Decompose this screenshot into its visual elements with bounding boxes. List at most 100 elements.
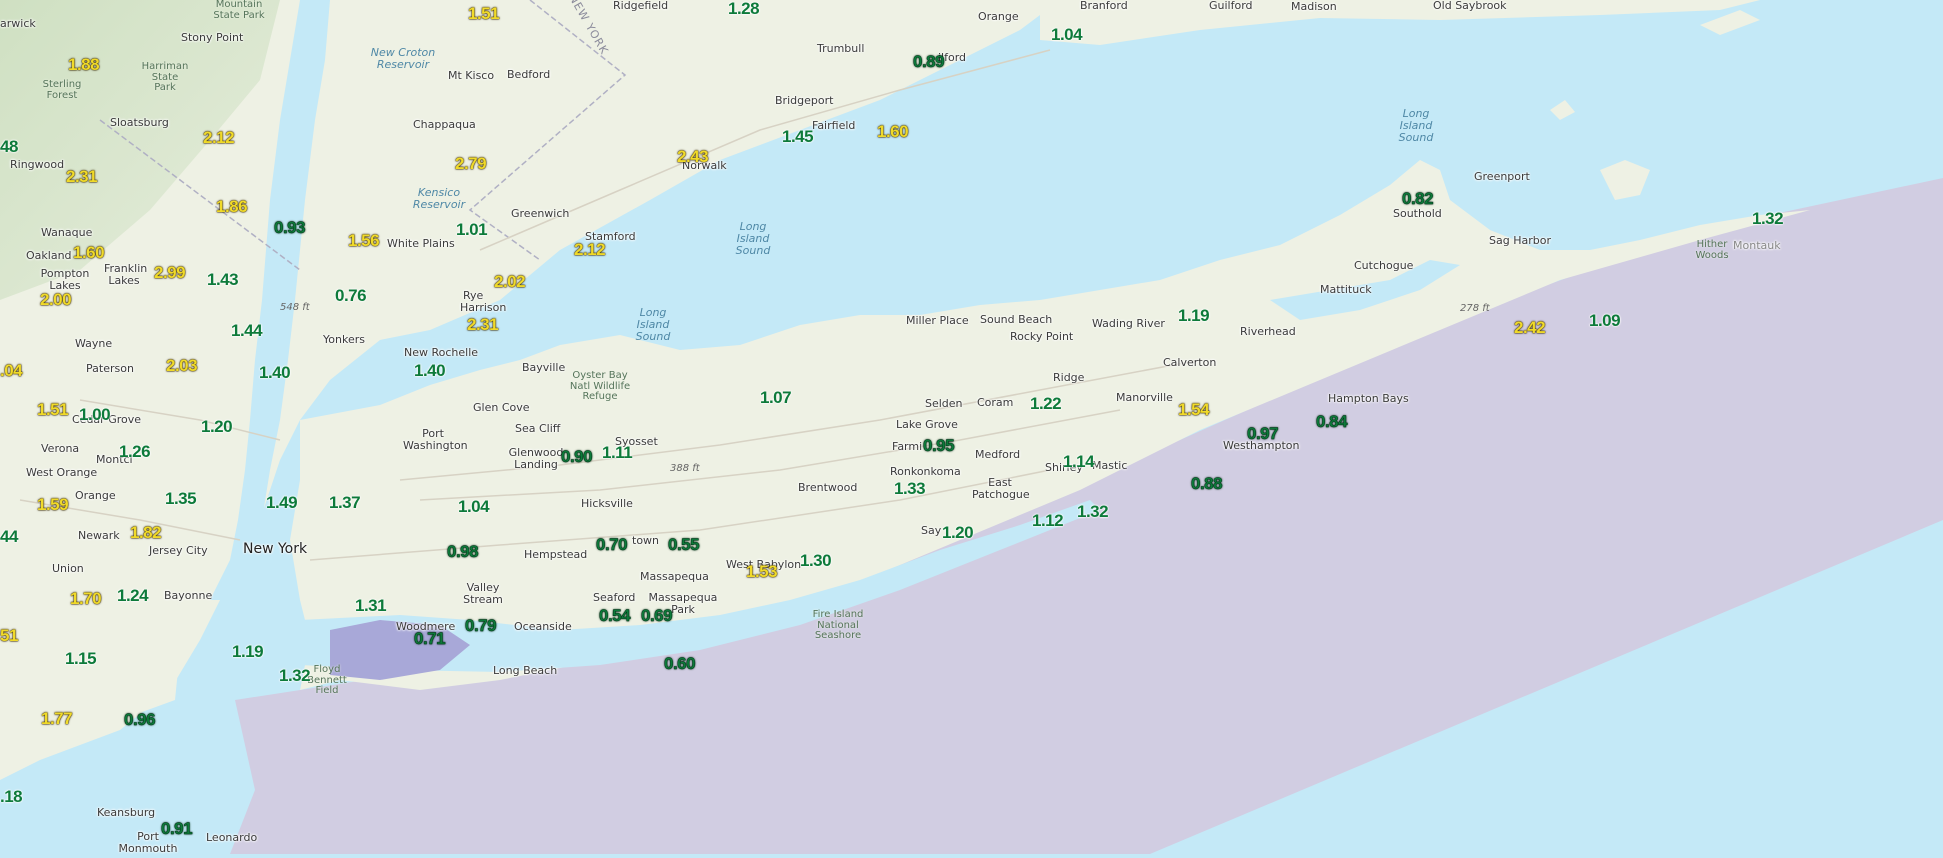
place-label-wayne: Wayne (75, 337, 113, 350)
precip-value: 1.51 (37, 400, 69, 419)
precip-value: 1.20 (942, 523, 974, 542)
place-label-mastic: Mastic (1092, 459, 1128, 472)
place-label-fairfield: Fairfield (812, 119, 856, 132)
place-label-new-rochelle: New Rochelle (404, 346, 479, 359)
precip-value: 48 (0, 137, 18, 156)
precip-value: 1.32 (1752, 209, 1784, 228)
precip-value: 1.09 (1589, 311, 1621, 330)
water-label-lis-east: Long Island Sound (1398, 107, 1434, 145)
precip-value: 1.51 (468, 4, 500, 23)
water-label-lis-center: Long Island Sound (735, 220, 771, 258)
precip-value: 2.02 (494, 272, 526, 291)
precip-value: .04 (0, 361, 23, 380)
place-label-montauk: Montauk (1733, 239, 1781, 252)
precip-value: 1.82 (130, 523, 162, 542)
place-label-paterson: Paterson (86, 362, 134, 375)
precip-value: 1.40 (414, 361, 446, 380)
precip-value: 1.53 (746, 562, 778, 581)
place-label-greenwich: Greenwich (511, 207, 570, 220)
place-label-orange-ct: Orange (978, 10, 1019, 23)
elevation-label-548: 548 ft (280, 302, 310, 313)
precip-value: 1.19 (1178, 306, 1210, 325)
precip-value: 1.15 (65, 649, 97, 668)
precip-value: 1.26 (119, 442, 151, 461)
place-label-jersey-city: Jersey City (149, 544, 208, 557)
precip-value: 0.97 (1247, 424, 1279, 443)
precipitation-map[interactable] (0, 0, 1943, 854)
place-label-mt-kisco: Mt Kisco (448, 69, 495, 82)
place-label-union: Union (52, 562, 84, 575)
precip-value: 1.43 (207, 270, 239, 289)
precip-value: 1.31 (355, 596, 387, 615)
place-label-chappaqua: Chappaqua (413, 118, 476, 131)
precip-value: 0.70 (596, 535, 628, 554)
park-label-floyd-bennett: Floyd Bennett Field (307, 664, 347, 696)
place-label-seaford: Seaford (593, 591, 636, 604)
place-label-bridgeport: Bridgeport (775, 94, 834, 107)
place-label-sound-beach: Sound Beach (980, 313, 1053, 326)
precip-value: .18 (0, 787, 23, 806)
precip-value: 2.00 (40, 290, 72, 309)
precip-value: 0.79 (465, 616, 497, 635)
place-label-bedford: Bedford (507, 68, 551, 81)
precip-value: 1.49 (266, 493, 298, 512)
place-label-lake-grove: Lake Grove (896, 418, 958, 431)
precip-value: 0.55 (668, 535, 700, 554)
precip-value: 1.70 (70, 589, 102, 608)
place-label-miller-place: Miller Place (906, 314, 969, 327)
precip-value: 1.04 (1051, 25, 1083, 44)
place-label-harrison: Harrison (460, 301, 507, 314)
place-label-medford: Medford (975, 448, 1021, 461)
precip-value: 2.12 (574, 240, 606, 259)
place-label-yonkers: Yonkers (323, 333, 365, 346)
precip-value: 1.56 (348, 231, 380, 250)
place-label-orange: Orange (75, 489, 116, 502)
precip-value: 1.40 (259, 363, 291, 382)
precip-value: 1.33 (894, 479, 926, 498)
precip-value: 44 (0, 527, 18, 546)
place-label-hicksville: Hicksville (581, 497, 633, 510)
place-label-west-orange: West Orange (26, 466, 98, 479)
place-label-cutchogue: Cutchogue (1354, 259, 1414, 272)
precip-value: 1.12 (1032, 511, 1064, 530)
precip-value: 0.84 (1316, 412, 1348, 431)
place-label-manorville: Manorville (1116, 391, 1173, 404)
precip-value: 1.11 (602, 443, 633, 462)
place-label-levittown: town (632, 534, 660, 547)
precip-value: 0.71 (414, 629, 446, 648)
park-label-sterling-forest: Sterling Forest (42, 79, 82, 101)
place-label-glenwood-landing: Glenwood Landing (508, 446, 564, 472)
place-label-stony-point: Stony Point (181, 31, 244, 44)
place-label-massapequa: Massapequa (640, 570, 709, 583)
precip-value: 1.07 (760, 388, 792, 407)
precip-value: 1.59 (37, 495, 69, 514)
elevation-label-388: 388 ft (670, 463, 700, 474)
park-label-bear-mountain: Mountain State Park (213, 0, 265, 21)
place-label-madison: Madison (1291, 0, 1337, 13)
precip-value: 2.42 (1514, 318, 1546, 337)
precip-value: 2.43 (677, 147, 709, 166)
park-label-oyster-bay: Oyster Bay Natl Wildlife Refuge (569, 370, 631, 402)
place-label-oceanside: Oceanside (514, 620, 572, 633)
place-label-sea-cliff: Sea Cliff (515, 422, 561, 435)
basemap (0, 0, 1943, 854)
place-label-riverhead: Riverhead (1240, 325, 1296, 338)
place-label-leonardo: Leonardo (206, 831, 258, 844)
precip-value: 1.60 (877, 122, 909, 141)
place-label-ridge: Ridge (1053, 371, 1085, 384)
place-label-farmingville: Farmi (892, 440, 923, 453)
precip-value: 1.44 (231, 321, 263, 340)
place-label-guilford: Guilford (1209, 0, 1253, 12)
precip-value: 0.98 (447, 542, 479, 561)
precip-value: 1.00 (79, 405, 111, 424)
precip-value: 0.69 (641, 606, 673, 625)
place-label-selden: Selden (925, 397, 963, 410)
precip-value: 1.88 (68, 55, 100, 74)
precip-value: 1.60 (73, 243, 105, 262)
precip-value: 1.04 (458, 497, 490, 516)
place-label-ridgefield: Ridgefield (613, 0, 669, 12)
precip-value: 0.88 (1191, 474, 1223, 493)
precip-value: 1.24 (117, 586, 149, 605)
precip-value: 51 (0, 626, 18, 645)
place-label-calverton: Calverton (1163, 356, 1217, 369)
